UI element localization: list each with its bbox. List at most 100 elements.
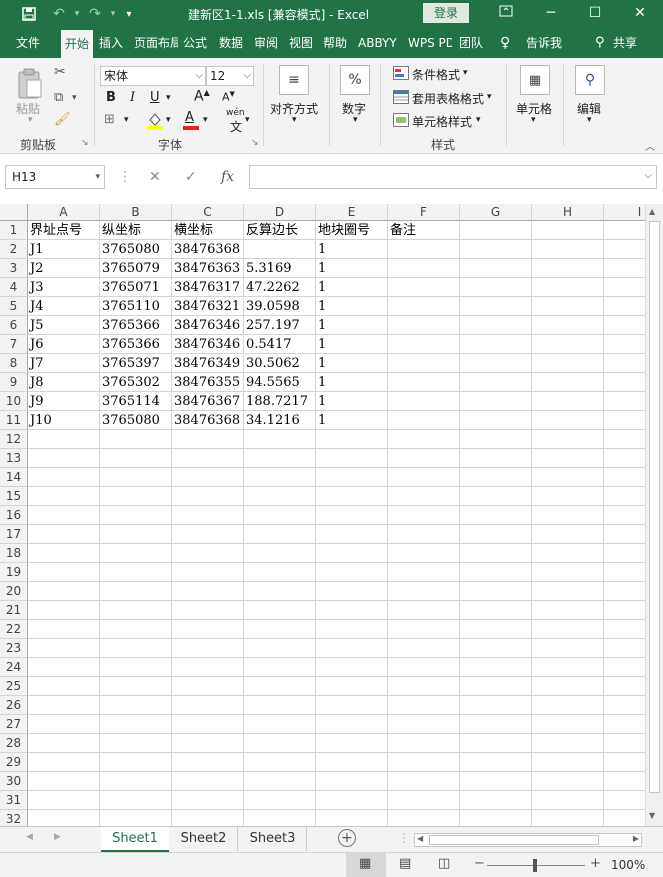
cell[interactable]: 纵坐标 [100,221,172,240]
cell[interactable] [28,734,100,753]
cell[interactable]: 5.3169 [244,259,316,278]
row-header[interactable]: 4 [0,278,28,297]
sheet-tab-sheet1[interactable]: Sheet1 [101,827,169,853]
cell[interactable] [28,658,100,677]
cell[interactable] [100,677,172,696]
cell[interactable] [532,734,604,753]
cell[interactable]: 1 [316,240,388,259]
cell[interactable] [244,772,316,791]
grow-font-button[interactable]: A▲ [194,88,210,105]
cell[interactable]: 1 [316,259,388,278]
cell[interactable] [388,601,460,620]
cell[interactable] [388,354,460,373]
cell[interactable] [388,240,460,259]
row-header[interactable]: 6 [0,316,28,335]
cell[interactable] [172,810,244,826]
cell[interactable] [532,316,604,335]
scroll-up-icon[interactable]: ▲ [649,207,655,216]
cell[interactable] [460,449,532,468]
cell[interactable] [244,677,316,696]
italic-button[interactable]: I [130,90,135,105]
column-header[interactable]: G [460,204,532,221]
cell[interactable]: 3765080 [100,411,172,430]
redo-icon[interactable]: ↷ [86,5,104,23]
cell[interactable] [388,810,460,826]
cell[interactable]: 34.1216 [244,411,316,430]
expand-formula-bar-icon[interactable]: ⌵ [644,170,652,181]
scroll-thumb[interactable] [429,835,599,845]
cell[interactable] [532,563,604,582]
cell[interactable] [100,715,172,734]
cell[interactable] [244,240,316,259]
cell[interactable]: J8 [28,373,100,392]
cell[interactable] [532,487,604,506]
cell[interactable] [532,221,604,240]
cell[interactable] [244,449,316,468]
cell[interactable] [28,449,100,468]
cell[interactable] [388,316,460,335]
row-header[interactable]: 14 [0,468,28,487]
cell[interactable] [532,677,604,696]
ribbon-display-options-icon[interactable] [486,0,526,28]
scroll-thumb[interactable] [649,221,660,793]
cells-icon[interactable]: ▦ [520,65,550,95]
cell[interactable] [532,715,604,734]
cell[interactable] [316,696,388,715]
cell[interactable]: 1 [316,335,388,354]
cell[interactable] [172,563,244,582]
maximize-icon[interactable]: ☐ [575,0,615,28]
conditional-formatting-dropdown-icon[interactable]: ▾ [463,68,468,78]
row-header[interactable]: 30 [0,772,28,791]
number-dropdown-icon[interactable]: ▾ [353,115,358,125]
row-header[interactable]: 16 [0,506,28,525]
cell[interactable] [28,468,100,487]
cut-icon[interactable]: ✂ [54,64,66,80]
horizontal-scrollbar[interactable]: ◀ ▶ [414,833,642,847]
format-as-table-dropdown-icon[interactable]: ▾ [487,92,492,102]
cell[interactable] [532,373,604,392]
cell[interactable] [532,810,604,826]
page-layout-view-icon[interactable]: ▤ [399,856,411,871]
copy-dropdown-icon[interactable]: ▾ [72,93,77,103]
cell[interactable] [460,240,532,259]
cell[interactable]: 188.7217 [244,392,316,411]
cell[interactable] [460,772,532,791]
cell[interactable] [532,335,604,354]
cell[interactable] [532,411,604,430]
cell[interactable] [28,696,100,715]
cell[interactable]: 3765302 [100,373,172,392]
cell[interactable] [100,810,172,826]
cell[interactable] [244,487,316,506]
cell[interactable] [532,658,604,677]
cell[interactable] [388,278,460,297]
row-header[interactable]: 20 [0,582,28,601]
tab-home[interactable]: 开始 [61,30,93,58]
cell[interactable] [244,734,316,753]
cell[interactable]: 38476368 [172,411,244,430]
cell[interactable]: J6 [28,335,100,354]
cell[interactable] [460,601,532,620]
cell[interactable] [100,563,172,582]
prev-sheet-icon[interactable]: ◀ [26,832,33,842]
cell[interactable] [316,487,388,506]
alignment-icon[interactable]: ≡ [279,65,309,95]
cell[interactable] [388,544,460,563]
cell[interactable] [28,563,100,582]
cell[interactable]: J10 [28,411,100,430]
cell[interactable] [244,753,316,772]
font-size-select[interactable]: 12 ⌵ [206,66,254,86]
cell[interactable] [316,601,388,620]
cell[interactable] [532,753,604,772]
cell[interactable] [388,335,460,354]
cell[interactable] [316,620,388,639]
cell[interactable] [172,582,244,601]
add-sheet-icon[interactable]: + [338,829,356,847]
cell[interactable] [316,449,388,468]
row-header[interactable]: 31 [0,791,28,810]
font-launcher-icon[interactable]: ↘ [251,138,259,148]
minimize-icon[interactable]: ─ [531,0,571,28]
row-header[interactable]: 25 [0,677,28,696]
save-icon[interactable] [20,5,38,23]
scroll-right-icon[interactable]: ▶ [633,834,639,843]
page-break-view-icon[interactable]: ◫ [438,856,450,871]
